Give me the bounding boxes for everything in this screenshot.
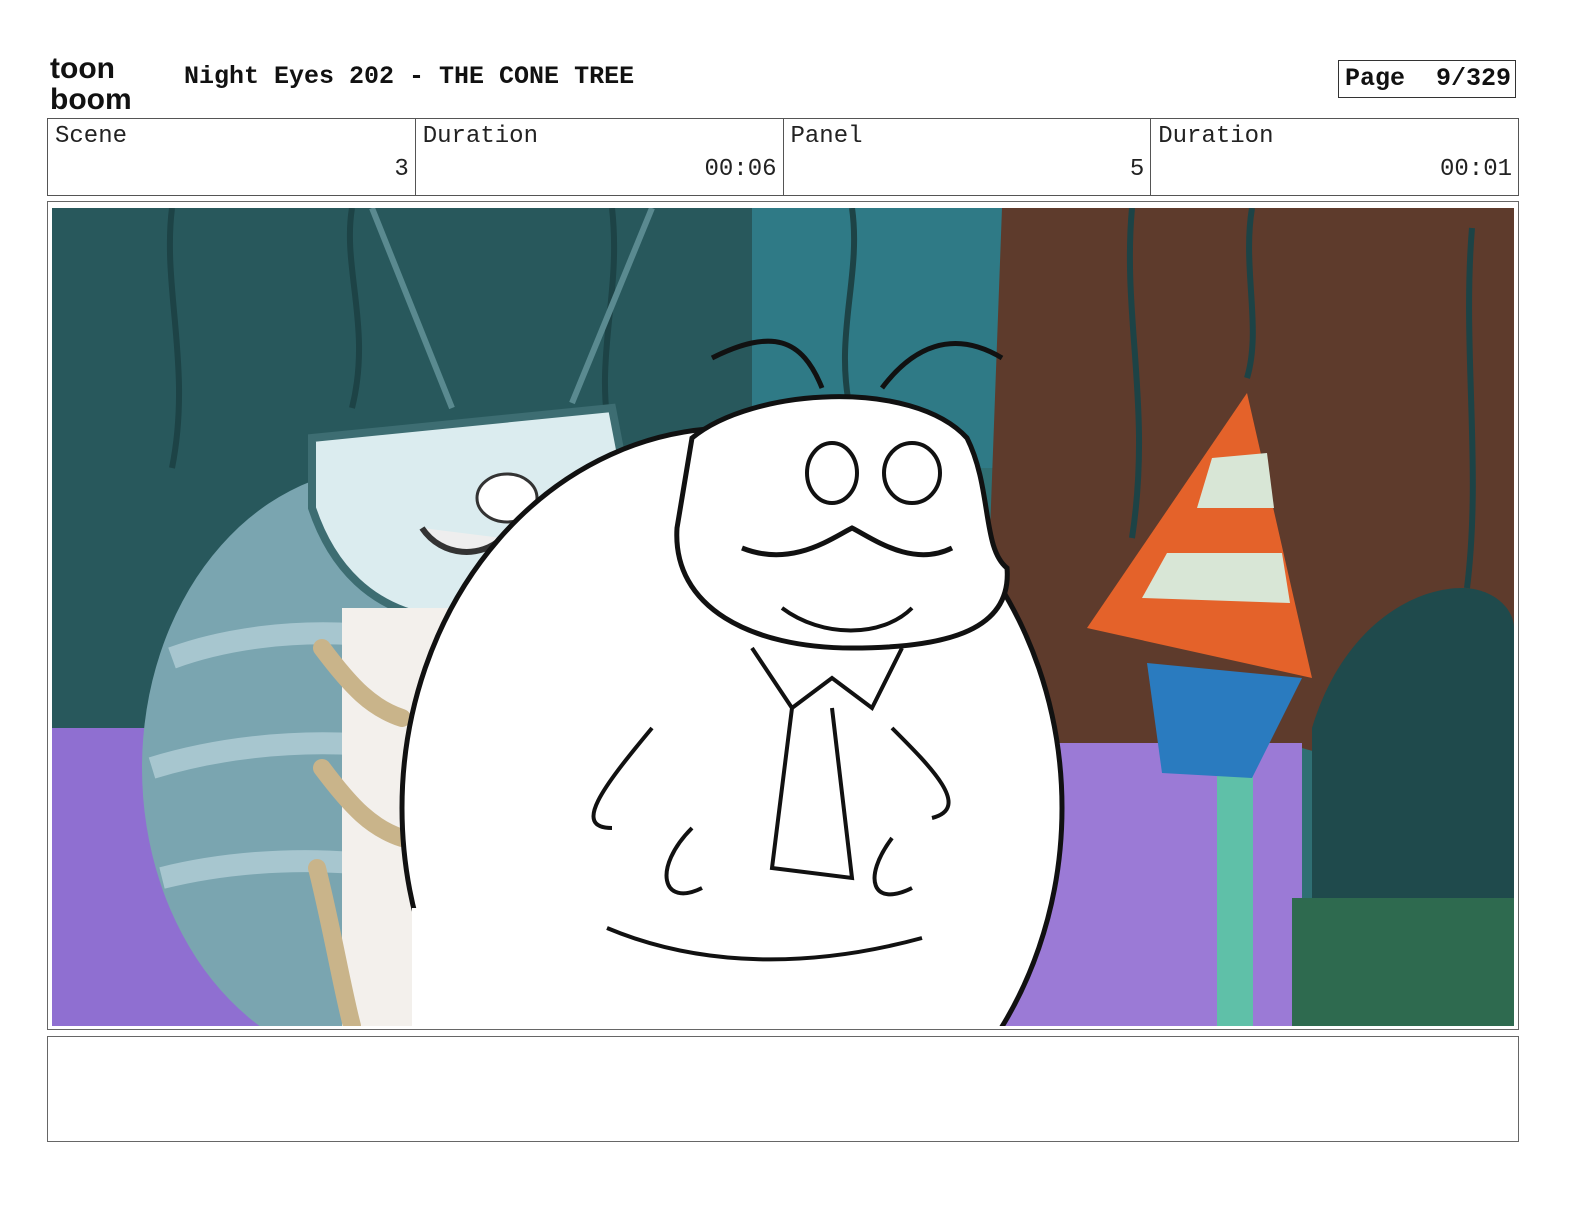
cone-stripe-2 bbox=[1142, 553, 1290, 603]
panel-duration-label: Duration bbox=[1158, 123, 1274, 150]
white-bug-eye-right bbox=[882, 441, 942, 505]
page-indicator: Page 9/329 bbox=[1338, 60, 1516, 98]
cone-pole bbox=[1217, 768, 1253, 1026]
panel-notes-box[interactable] bbox=[47, 1036, 1519, 1142]
white-bug-head bbox=[674, 394, 1010, 651]
green-ground bbox=[1292, 898, 1514, 1026]
logo-text-top: toon bbox=[50, 52, 115, 85]
panel-value: 5 bbox=[1129, 156, 1145, 183]
scene-cell: Scene 3 bbox=[48, 119, 416, 195]
scene-duration-label: Duration bbox=[422, 123, 538, 150]
page-label: Page bbox=[1345, 64, 1406, 93]
panel-duration-value: 00:01 bbox=[1439, 156, 1512, 183]
white-bug-eye-left bbox=[805, 441, 859, 505]
scene-duration-value: 00:06 bbox=[704, 156, 777, 183]
toon-boom-logo: toon boom bbox=[50, 52, 132, 112]
storyboard-panel-image bbox=[52, 208, 1514, 1026]
panel-cell: Panel 5 bbox=[784, 119, 1152, 195]
white-bug-body-bottom bbox=[412, 908, 912, 1026]
panel-info-row: Scene 3 Duration 00:06 Panel 5 Duration … bbox=[47, 118, 1519, 196]
panel-label: Panel bbox=[790, 123, 863, 150]
logo-text-bottom: boom bbox=[50, 83, 132, 112]
storyboard-title: Night Eyes 202 - THE CONE TREE bbox=[184, 62, 635, 91]
panel-duration-cell: Duration 00:01 bbox=[1151, 119, 1518, 195]
scene-label: Scene bbox=[55, 123, 128, 150]
page-number: 9/329 bbox=[1435, 64, 1511, 93]
scene-value: 3 bbox=[394, 156, 409, 183]
panel-frame bbox=[47, 201, 1519, 1030]
scene-duration-cell: Duration 00:06 bbox=[416, 119, 784, 195]
